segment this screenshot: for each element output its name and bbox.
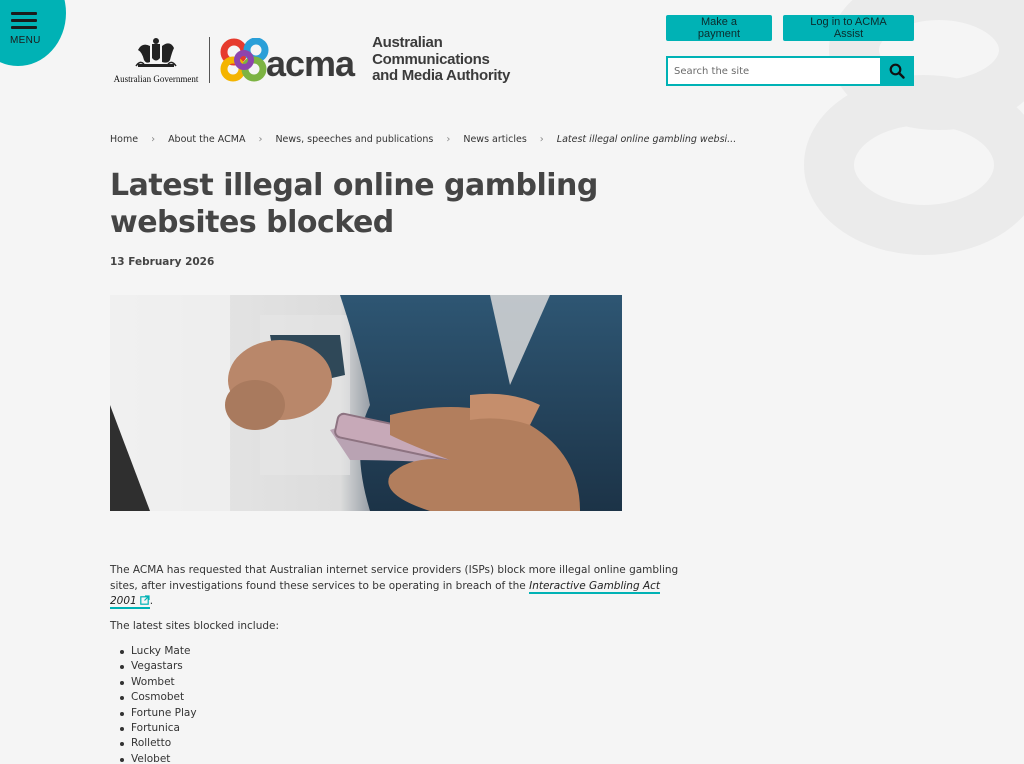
intro-paragraph: The ACMA has requested that Australian i…	[110, 563, 690, 610]
list-item: Velobet	[120, 752, 690, 764]
search-input[interactable]	[666, 56, 880, 86]
menu-button[interactable]: MENU	[0, 0, 66, 66]
site-logos[interactable]: Australian Government acma Australian Co…	[111, 34, 511, 86]
breadcrumb-news-articles[interactable]: News articles	[463, 134, 526, 145]
article-body: The ACMA has requested that Australian i…	[110, 563, 690, 764]
breadcrumb-news-publications[interactable]: News, speeches and publications	[275, 134, 433, 145]
list-item: Fortune Play	[120, 706, 690, 721]
chevron-right-icon: ›	[151, 134, 156, 145]
page-title: Latest illegal online gambling websites …	[110, 168, 598, 240]
acma-watermark-icon	[804, 0, 1024, 255]
hamburger-icon	[11, 12, 37, 33]
list-item: Vegastars	[120, 659, 690, 674]
chevron-right-icon: ›	[539, 134, 544, 145]
external-link-icon	[139, 595, 150, 605]
search-button[interactable]	[880, 56, 914, 86]
acma-name-line-2: Communications	[372, 50, 490, 68]
breadcrumb-about[interactable]: About the ACMA	[168, 134, 245, 145]
make-payment-button[interactable]: Make a payment	[666, 15, 772, 41]
hero-photo	[110, 295, 622, 511]
acma-name-line-3: and Media Authority	[372, 67, 510, 85]
intro-trailing: .	[149, 595, 154, 607]
breadcrumb-current: Latest illegal online gambling websi...	[556, 134, 737, 145]
chevron-right-icon: ›	[446, 134, 451, 145]
list-item: Lucky Mate	[120, 644, 690, 659]
hero-image	[110, 295, 622, 511]
sites-heading: The latest sites blocked include:	[110, 619, 280, 632]
logo-divider	[209, 37, 210, 83]
chevron-right-icon: ›	[258, 134, 263, 145]
breadcrumb-home[interactable]: Home	[110, 134, 138, 145]
acma-name-line-1: Australian	[372, 34, 443, 52]
list-item: Wombet	[120, 675, 690, 690]
menu-label: MENU	[10, 35, 41, 46]
australian-government-logo: Australian Government	[111, 36, 201, 84]
list-item: Fortunica	[120, 721, 690, 736]
blocked-sites-list: Lucky Mate Vegastars Wombet Cosmobet For…	[110, 644, 690, 764]
search-icon	[889, 63, 905, 79]
site-search	[666, 56, 914, 86]
acma-eight-icon	[220, 38, 269, 82]
acma-full-name: Australian Communications and Media Auth…	[372, 35, 510, 85]
coat-of-arms-icon	[135, 38, 177, 67]
login-acma-assist-button[interactable]: Log in to ACMA Assist	[783, 15, 914, 41]
list-item: Rolletto	[120, 736, 690, 751]
gov-logo-text: Australian Government	[113, 74, 199, 84]
publish-date: 13 February 2026	[110, 256, 215, 268]
breadcrumb: Home › About the ACMA › News, speeches a…	[110, 134, 736, 145]
acma-wordmark: acma	[266, 43, 355, 84]
list-item: Cosmobet	[120, 690, 690, 705]
